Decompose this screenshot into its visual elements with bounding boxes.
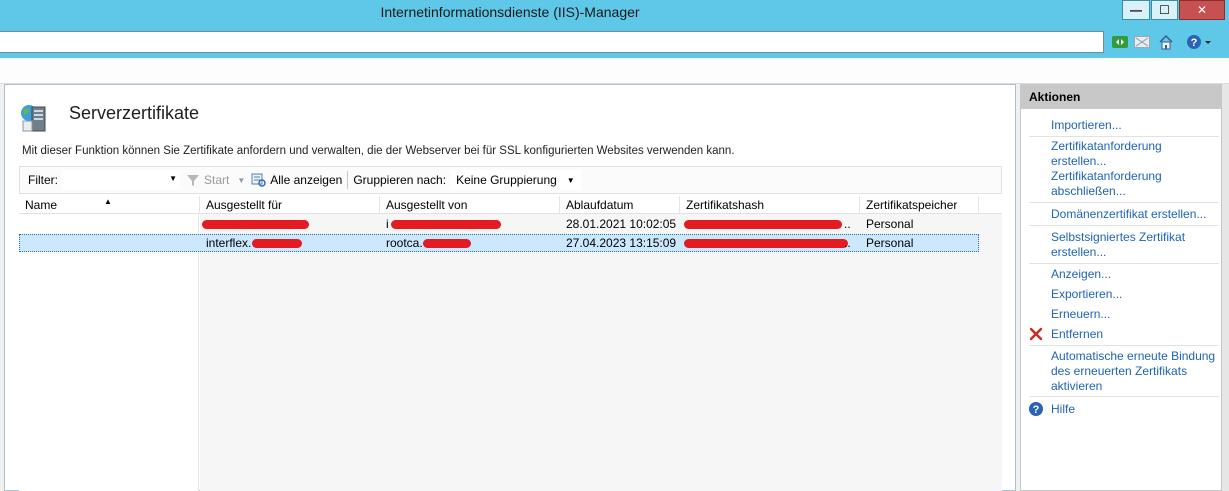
svg-text:?: ? — [1033, 404, 1040, 416]
actions-pane: Aktionen Importieren... Zertifikatanford… — [1020, 84, 1222, 491]
action-help[interactable]: Hilfe — [1051, 402, 1219, 417]
redaction-mark — [252, 239, 302, 248]
action-import[interactable]: Importieren... — [1051, 118, 1219, 133]
chevron-down-icon: ▼ — [169, 174, 177, 183]
window-title: Internetinformationsdienste (IIS)-Manage… — [380, 4, 640, 20]
menu-strip — [0, 58, 1229, 84]
help-icon[interactable]: ? — [1186, 34, 1212, 50]
redaction-mark — [684, 220, 842, 229]
redaction-mark — [202, 220, 309, 229]
filter-toolbar: Filter: ▼ Start ▼ Alle anzeigen Gruppier… — [19, 166, 1002, 194]
help-icon: ? — [1028, 401, 1044, 417]
show-all-button[interactable]: Alle anzeigen — [251, 170, 342, 190]
funnel-icon — [187, 175, 199, 186]
show-all-label: Alle anzeigen — [270, 173, 343, 187]
column-header-hash[interactable]: Zertifikatshash — [680, 196, 860, 214]
name-column-area — [19, 214, 199, 491]
hash-ellipsis: .. — [844, 236, 851, 250]
table-row-selected[interactable]: interflex. rootca. 27.04.2023 13:15:09 .… — [19, 234, 979, 252]
column-header-issued-by[interactable]: Ausgestellt von — [380, 196, 560, 214]
sort-ascending-icon: ▲ — [104, 197, 112, 206]
show-all-icon — [251, 173, 267, 187]
action-remove[interactable]: Entfernen — [1051, 327, 1219, 342]
stop-icon[interactable] — [1134, 34, 1150, 50]
refresh-icon[interactable] — [1112, 34, 1128, 50]
redaction-mark — [391, 220, 501, 229]
action-separator — [1029, 396, 1219, 397]
list-background — [200, 214, 1002, 491]
chevron-down-icon: ▼ — [566, 175, 575, 185]
action-export[interactable]: Exportieren... — [1051, 287, 1219, 302]
column-header-store[interactable]: Zertifikatspeicher — [860, 196, 979, 214]
action-separator — [1029, 202, 1219, 203]
action-auto-rebind[interactable]: Automatische erneute Bindung des erneuer… — [1051, 349, 1219, 394]
group-by-select[interactable]: Keine Gruppierung ▼ — [450, 170, 581, 190]
minimize-button[interactable]: — — [1122, 0, 1150, 20]
action-create-domain-cert[interactable]: Domänenzertifikat erstellen... — [1051, 207, 1219, 222]
action-create-request[interactable]: Zertifikatanforderung erstellen... — [1051, 139, 1219, 169]
action-create-self-signed[interactable]: Selbstsigniertes Zertifikat erstellen... — [1051, 230, 1219, 260]
address-bar[interactable] — [0, 31, 1104, 53]
column-header-name[interactable]: Name ▲ — [19, 196, 200, 214]
action-separator — [1029, 225, 1219, 226]
remove-icon — [1028, 326, 1044, 342]
hash-ellipsis: .. — [844, 217, 851, 231]
chevron-down-icon: ▼ — [237, 175, 246, 185]
page-title: Serverzertifikate — [69, 103, 200, 123]
actions-scrollbar[interactable] — [1222, 84, 1229, 491]
group-by-value: Keine Gruppierung — [456, 173, 557, 187]
expiration-cell: 27.04.2023 13:15:09 — [566, 236, 677, 250]
navigation-bar: ? — [0, 26, 1229, 58]
action-view[interactable]: Anzeigen... — [1051, 267, 1219, 282]
server-certificates-icon — [19, 101, 51, 133]
toolbar-separator — [347, 171, 349, 189]
store-cell: Personal — [866, 217, 914, 231]
column-header-issued-to[interactable]: Ausgestellt für — [200, 196, 380, 214]
certificates-list: Name ▲ Ausgestellt für Ausgestellt von A… — [19, 196, 1002, 491]
svg-text:?: ? — [1191, 37, 1198, 49]
title-bar: Internetinformationsdienste (IIS)-Manage… — [0, 0, 1229, 26]
group-by-label: Gruppieren nach: — [353, 173, 447, 187]
expiration-cell: 28.01.2021 10:02:05 — [566, 217, 677, 231]
start-button[interactable]: Start ▼ — [186, 170, 245, 190]
store-cell: Personal — [866, 236, 914, 250]
table-row[interactable]: i 28.01.2021 10:02:05 .. Personal — [19, 215, 979, 233]
close-button[interactable]: ✕ — [1179, 0, 1225, 20]
action-separator — [1029, 345, 1219, 346]
redaction-mark — [423, 239, 471, 248]
feature-panel: Serverzertifikate Mit dieser Funktion kö… — [4, 84, 1016, 491]
actions-header: Aktionen — [1021, 85, 1221, 109]
start-label: Start — [204, 173, 230, 187]
filter-label: Filter: — [28, 173, 58, 187]
action-separator — [1029, 136, 1219, 137]
list-header: Name ▲ Ausgestellt für Ausgestellt von A… — [19, 196, 1002, 214]
action-renew[interactable]: Erneuern... — [1051, 307, 1219, 322]
column-header-expiration[interactable]: Ablaufdatum — [560, 196, 680, 214]
redaction-mark — [684, 239, 848, 248]
filter-input[interactable]: ▼ — [62, 170, 180, 190]
page-description: Mit dieser Funktion können Sie Zertifika… — [22, 145, 735, 157]
home-icon[interactable] — [1158, 34, 1174, 50]
action-complete-request[interactable]: Zertifikatanforderung abschließen... — [1051, 169, 1219, 199]
action-separator — [1029, 263, 1219, 264]
maximize-button[interactable]: ☐ — [1151, 0, 1178, 20]
